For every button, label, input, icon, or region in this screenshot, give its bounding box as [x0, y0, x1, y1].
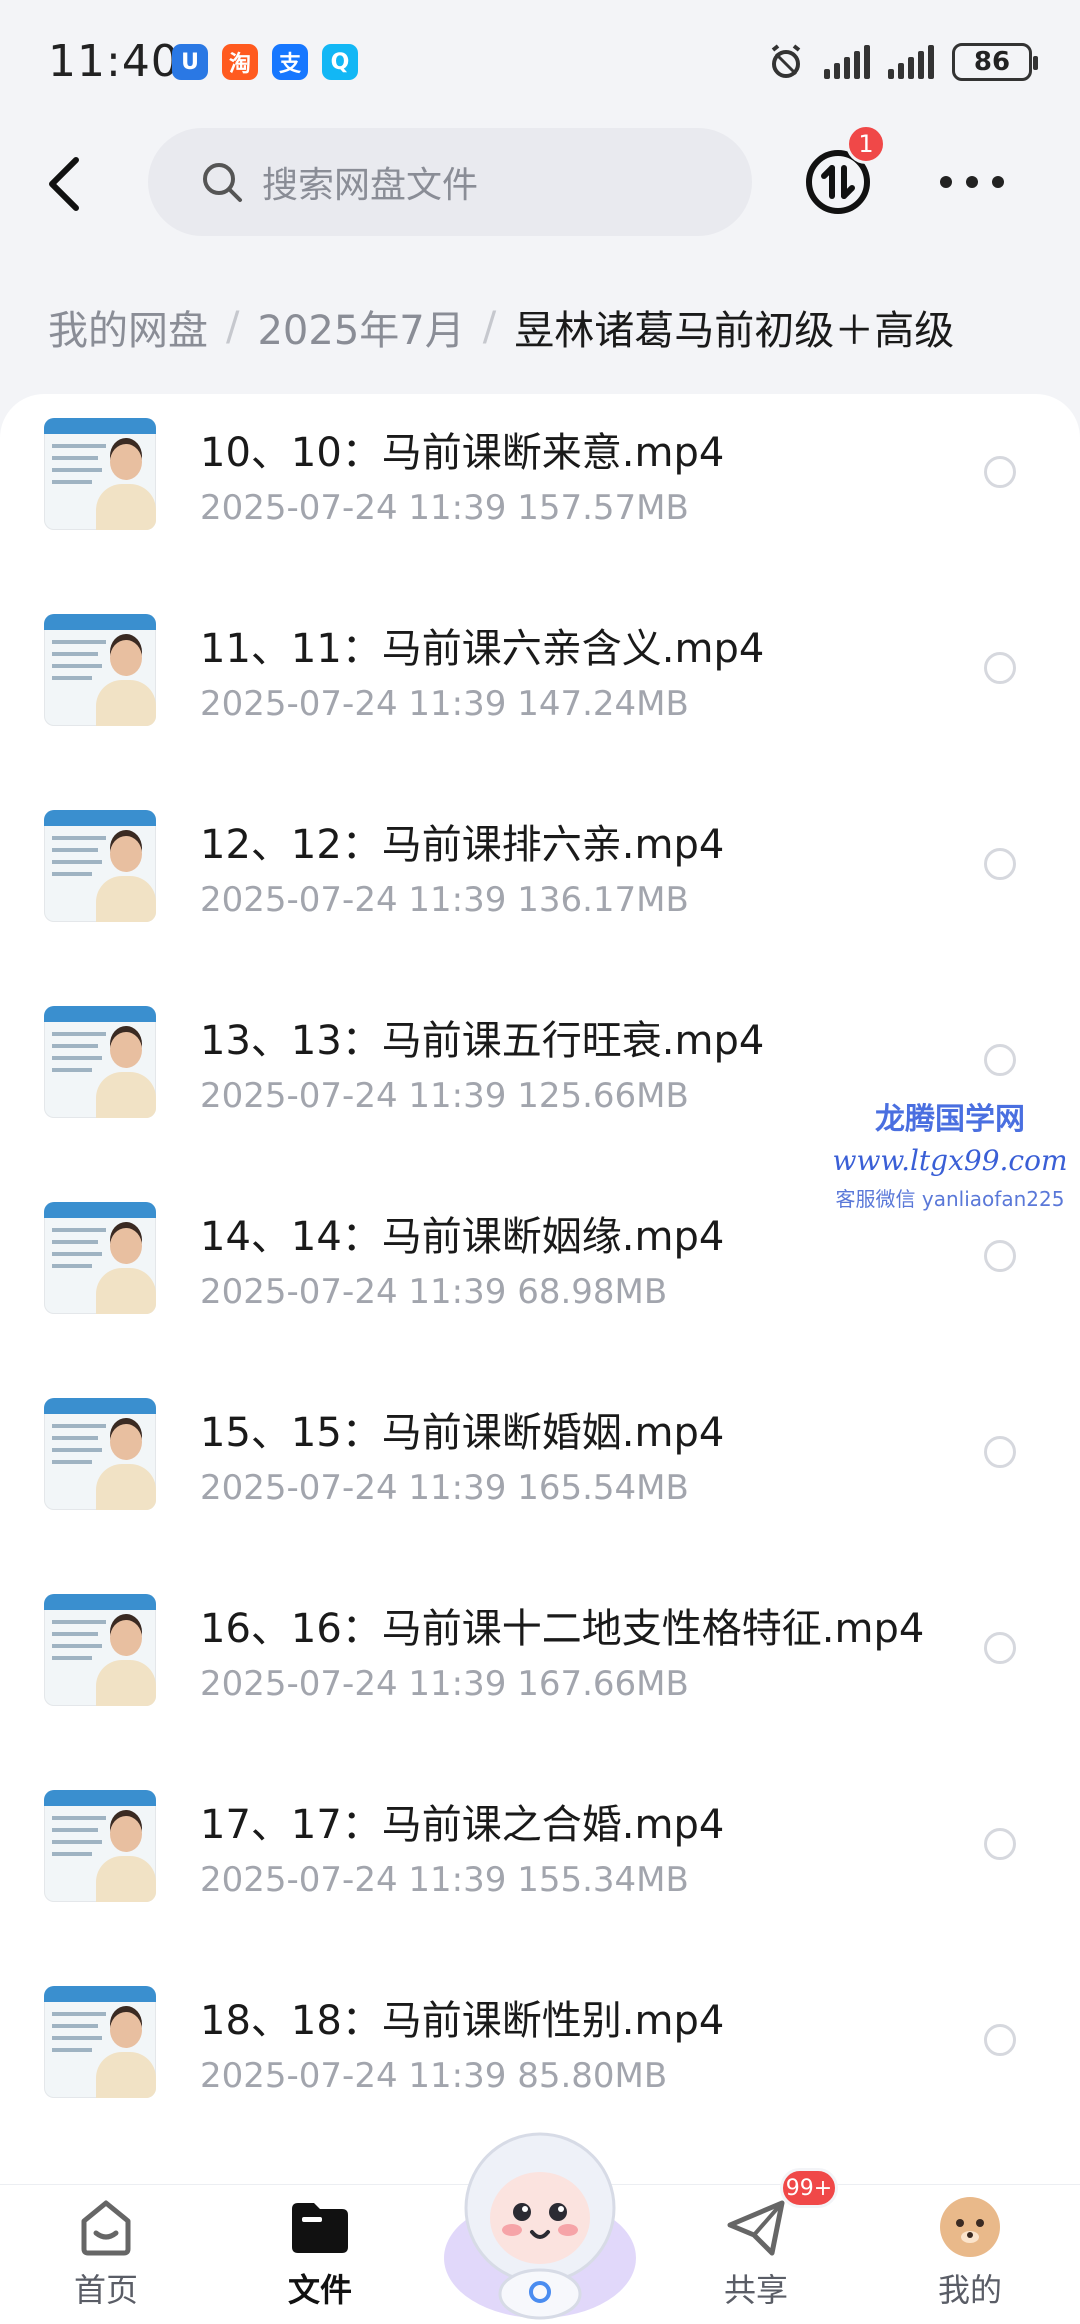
more-dot-icon [966, 176, 978, 188]
ai-assistant-mascot-button[interactable] [432, 2108, 648, 2324]
file-row[interactable]: 15、15：马前课断婚姻.mp4 2025-07-24 11:39 165.54… [0, 1374, 1080, 1570]
file-name: 15、15：马前课断婚姻.mp4 [200, 1410, 725, 1456]
nav-mine[interactable]: 我的 [890, 2185, 1050, 2324]
nav-home[interactable]: 首页 [26, 2185, 186, 2324]
avatar [940, 2197, 1000, 2257]
file-meta: 2025-07-24 11:39 155.34MB [200, 1860, 689, 1900]
file-name: 14、14：马前课断姻缘.mp4 [200, 1214, 725, 1260]
search-icon [203, 163, 242, 202]
back-button[interactable] [36, 148, 92, 220]
file-name: 18、18：马前课断性别.mp4 [200, 1998, 725, 2044]
notification-app-icons: U淘支Q [172, 44, 358, 80]
status-indicators: 86 [766, 42, 1038, 82]
status-bar: 11:40 U淘支Q 86 [0, 0, 1080, 120]
video-thumbnail [44, 1398, 156, 1510]
file-name: 12、12：马前课排六亲.mp4 [200, 822, 725, 868]
nav-files-label: 文件 [287, 2271, 352, 2309]
nav-mine-label: 我的 [937, 2271, 1002, 2309]
file-name: 17、17：马前课之合婚.mp4 [200, 1802, 725, 1848]
file-meta: 2025-07-24 11:39 147.24MB [200, 684, 689, 724]
file-name: 10、10：马前课断来意.mp4 [200, 430, 725, 476]
status-time: 11:40 [48, 36, 180, 87]
watermark: 龙腾国学网 www.ltgx99.com 客服微信 yanliaofan225 [820, 1094, 1080, 1212]
signal-icon-secondary [888, 45, 934, 79]
file-name: 13、13：马前课五行旺衰.mp4 [200, 1018, 765, 1064]
more-options-button[interactable] [940, 160, 1004, 204]
battery-icon: 86 [952, 43, 1038, 81]
select-radio[interactable] [984, 1044, 1016, 1076]
home-icon [81, 2200, 131, 2256]
video-thumbnail [44, 1006, 156, 1118]
file-row[interactable]: 12、12：马前课排六亲.mp4 2025-07-24 11:39 136.17… [0, 786, 1080, 982]
share-count-badge: 99+ [780, 2168, 838, 2208]
select-radio[interactable] [984, 1828, 1016, 1860]
video-thumbnail [44, 810, 156, 922]
file-list: 10、10：马前课断来意.mp4 2025-07-24 11:39 157.57… [0, 394, 1080, 2184]
video-thumbnail [44, 1202, 156, 1314]
select-radio[interactable] [984, 456, 1016, 488]
paper-plane-icon [727, 2200, 785, 2256]
file-meta: 2025-07-24 11:39 85.80MB [200, 2056, 668, 2096]
video-thumbnail [44, 1790, 156, 1902]
file-row[interactable]: 10、10：马前课断来意.mp4 2025-07-24 11:39 157.57… [0, 394, 1080, 590]
video-thumbnail [44, 1594, 156, 1706]
more-dot-icon [940, 176, 952, 188]
file-meta: 2025-07-24 11:39 68.98MB [200, 1272, 668, 1312]
breadcrumb: 我的网盘 / 2025年7月 / 昱林诸葛马前初级＋高级 [48, 298, 954, 356]
select-radio[interactable] [984, 1632, 1016, 1664]
breadcrumb-separator: / [482, 304, 497, 350]
search-app-icon: Q [322, 44, 358, 80]
chevron-left-icon [49, 157, 79, 211]
alarm-icon [771, 44, 801, 78]
select-radio[interactable] [984, 848, 1016, 880]
breadcrumb-separator: / [226, 304, 240, 350]
video-thumbnail [44, 1986, 156, 2098]
signal-icon [824, 45, 870, 79]
watermark-contact: 客服微信 yanliaofan225 [835, 1187, 1065, 1211]
transfer-count-badge: 1 [846, 124, 886, 164]
select-radio[interactable] [984, 2024, 1016, 2056]
breadcrumb-month[interactable]: 2025年7月 [257, 298, 464, 356]
file-row[interactable]: 16、16：马前课十二地支性格特征.mp4 2025-07-24 11:39 1… [0, 1570, 1080, 1766]
browser-app-icon: U [172, 44, 208, 80]
file-meta: 2025-07-24 11:39 125.66MB [200, 1076, 689, 1116]
nav-share-label: 共享 [723, 2271, 788, 2309]
search-input[interactable]: 搜索网盘文件 [148, 128, 752, 236]
select-radio[interactable] [984, 652, 1016, 684]
more-dot-icon [992, 176, 1004, 188]
file-row[interactable]: 11、11：马前课六亲含义.mp4 2025-07-24 11:39 147.2… [0, 590, 1080, 786]
file-meta: 2025-07-24 11:39 167.66MB [200, 1664, 689, 1704]
breadcrumb-current-folder: 昱林诸葛马前初级＋高级 [514, 308, 955, 354]
file-row[interactable]: 17、17：马前课之合婚.mp4 2025-07-24 11:39 155.34… [0, 1766, 1080, 1962]
search-placeholder: 搜索网盘文件 [262, 165, 479, 206]
alipay-app-icon: 支 [272, 44, 308, 80]
watermark-url: www.ltgx99.com [832, 1144, 1068, 1177]
breadcrumb-root[interactable]: 我的网盘 [48, 298, 208, 356]
file-name: 11、11：马前课六亲含义.mp4 [200, 626, 765, 672]
watermark-title: 龙腾国学网 [875, 1102, 1025, 1137]
folder-icon [292, 2203, 348, 2253]
video-thumbnail [44, 418, 156, 530]
file-name: 16、16：马前课十二地支性格特征.mp4 [200, 1606, 925, 1652]
video-thumbnail [44, 614, 156, 726]
nav-files[interactable]: 文件 [240, 2185, 400, 2324]
taobao-app-icon: 淘 [222, 44, 258, 80]
select-radio[interactable] [984, 1240, 1016, 1272]
file-meta: 2025-07-24 11:39 136.17MB [200, 880, 689, 920]
select-radio[interactable] [984, 1436, 1016, 1468]
nav-home-label: 首页 [73, 2271, 138, 2309]
file-meta: 2025-07-24 11:39 165.54MB [200, 1468, 689, 1508]
file-meta: 2025-07-24 11:39 157.57MB [200, 488, 689, 528]
